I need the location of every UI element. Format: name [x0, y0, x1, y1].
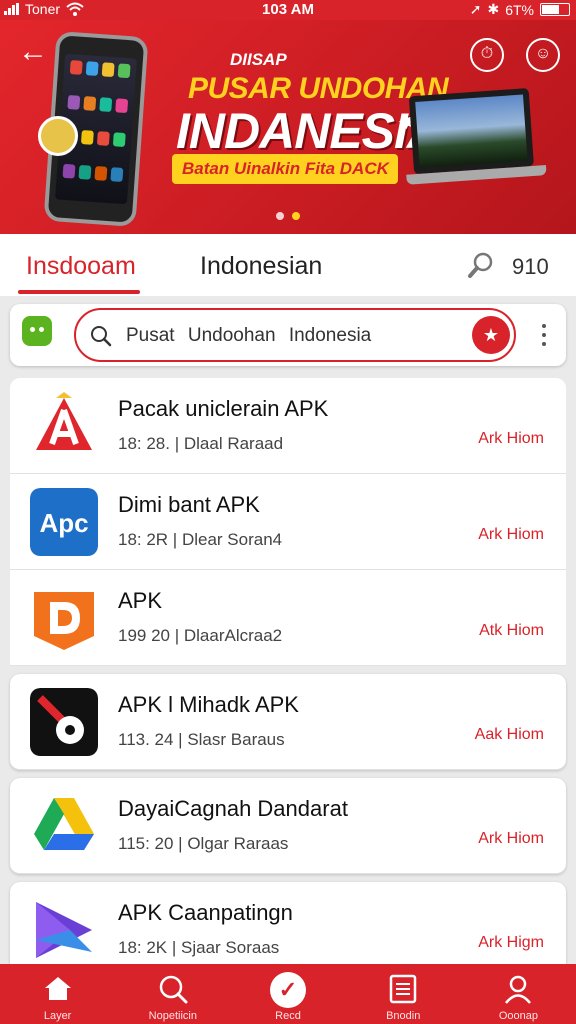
nav-search[interactable]: Nopetiicin	[115, 964, 230, 1024]
check-icon: ✓	[270, 972, 306, 1008]
red-a-app-icon	[36, 392, 92, 450]
tab-indicator	[18, 290, 140, 294]
clock-illustration	[38, 116, 78, 156]
nav-label: Ooonap	[498, 1010, 538, 1022]
home-icon	[44, 977, 71, 1000]
android-icon	[22, 316, 52, 346]
app-action-link[interactable]: Ark Hiom	[478, 830, 544, 848]
app-meta: 113. 24 | Slasr Baraus	[118, 730, 285, 749]
app-action-link[interactable]: Atk Hiom	[479, 622, 544, 640]
app-name: APK l Mihadk APK	[118, 692, 299, 717]
promo-banner[interactable]: ← ⏱ ☺ DIISAP PUSAR UNDOHAN INDANESIA Bat…	[0, 20, 576, 234]
app-meta: 199 20 | DlaarAlcraa2	[118, 626, 283, 645]
bluetooth-icon: ✱	[487, 1, 500, 17]
app-action-link[interactable]: Aak Hiom	[475, 726, 544, 744]
nav-label: Bnodin	[386, 1010, 421, 1022]
nav-label: Nopetiicin	[148, 1010, 197, 1022]
app-name: Dimi bant APK	[118, 492, 260, 517]
drive-app-icon	[34, 798, 94, 850]
search-input[interactable]: Pusat Undoohan Indonesia ★	[74, 308, 516, 362]
user-icon	[505, 975, 532, 1004]
app-meta: 115: 20 | Olgar Raraas	[118, 834, 289, 853]
location-icon: ➚	[469, 1, 482, 17]
tab-active[interactable]: Insdooam	[26, 252, 136, 281]
result-count: 910	[512, 254, 549, 279]
app-meta: 18: 2K | Sjaar Soraas	[118, 938, 280, 957]
app-action-link[interactable]: Ark Hiom	[478, 430, 544, 448]
tab-indonesian[interactable]: Indonesian	[200, 252, 322, 281]
nav-label: Recd	[275, 1010, 301, 1022]
search-query: Pusat Undoohan Indonesia	[126, 325, 372, 346]
nav-list[interactable]: Bnodin	[346, 964, 461, 1024]
purple-app-icon	[36, 902, 92, 958]
banner-tagline: Batan Uinalkin Fita DACK	[172, 154, 398, 184]
app-meta: 18: 28. | Dlaal Raraad	[118, 434, 284, 453]
search-icon	[91, 326, 112, 347]
tagline-main: Batan Uinalkin	[182, 159, 301, 178]
app-meta: 18: 2R | Dlear Soran4	[118, 530, 283, 549]
list-item[interactable]: Pacak uniclerain APK 18: 28. | Dlaal Rar…	[10, 378, 566, 474]
apc-app-icon: Apc	[30, 488, 98, 556]
tagline-accent: Fita DACK	[304, 159, 389, 178]
app-name: Pacak uniclerain APK	[118, 396, 329, 421]
carousel-dot[interactable]	[276, 212, 284, 220]
chat-icon[interactable]: ☺	[526, 38, 560, 72]
status-right: ➚ ✱ 6T%	[470, 1, 570, 18]
app-action-link[interactable]: Ark Hiom	[478, 526, 544, 544]
list-item[interactable]: Apc Dimi bant APK 18: 2R | Dlear Soran4 …	[10, 474, 566, 570]
nav-label: Layer	[43, 1010, 72, 1022]
list-icon	[389, 974, 417, 1004]
laptop-illustration	[401, 87, 547, 193]
battery-percent: 6T%	[505, 1, 534, 18]
b-app-icon	[30, 688, 98, 756]
magnifier-icon[interactable]	[468, 252, 494, 278]
carousel-dot-active[interactable]	[292, 212, 300, 220]
bottom-nav: Layer Nopetiicin ✓ Recd Bnodin Ooonap	[0, 964, 576, 1024]
list-item[interactable]: APK 199 20 | DlaarAlcraa2 Atk Hiom	[10, 570, 566, 666]
svg-text:Apc: Apc	[39, 508, 88, 538]
favorite-star-button[interactable]: ★	[472, 316, 510, 354]
d-app-icon	[34, 592, 94, 650]
timer-icon[interactable]: ⏱	[470, 38, 504, 72]
search-icon	[159, 975, 188, 1004]
app-list: Pacak uniclerain APK 18: 28. | Dlaal Rar…	[10, 378, 566, 978]
list-item[interactable]: APK l Mihadk APK 113. 24 | Slasr Baraus …	[10, 674, 566, 770]
status-bar: Toner 103 AM ➚ ✱ 6T%	[0, 0, 576, 20]
nav-home[interactable]: Layer	[0, 964, 115, 1024]
app-name: APK	[118, 588, 163, 613]
list-item[interactable]: DayaiCagnah Dandarat 115: 20 | Olgar Rar…	[10, 778, 566, 874]
tab-bar: Insdooam Indonesian 910	[0, 234, 576, 296]
nav-profile[interactable]: Ooonap	[461, 964, 576, 1024]
app-name: DayaiCagnah Dandarat	[118, 796, 348, 821]
carousel-dots[interactable]	[276, 212, 300, 220]
search-card: Pusat Undoohan Indonesia ★	[10, 304, 566, 366]
banner-subtitle: DIISAP	[230, 50, 287, 69]
nav-recd[interactable]: ✓ Recd	[230, 964, 345, 1024]
back-arrow-icon[interactable]: ←	[18, 37, 50, 70]
battery-icon	[540, 3, 570, 16]
more-menu-icon[interactable]	[542, 324, 546, 346]
app-action-link[interactable]: Ark Higm	[478, 934, 544, 952]
app-name: APK Caanpatingn	[118, 900, 293, 925]
